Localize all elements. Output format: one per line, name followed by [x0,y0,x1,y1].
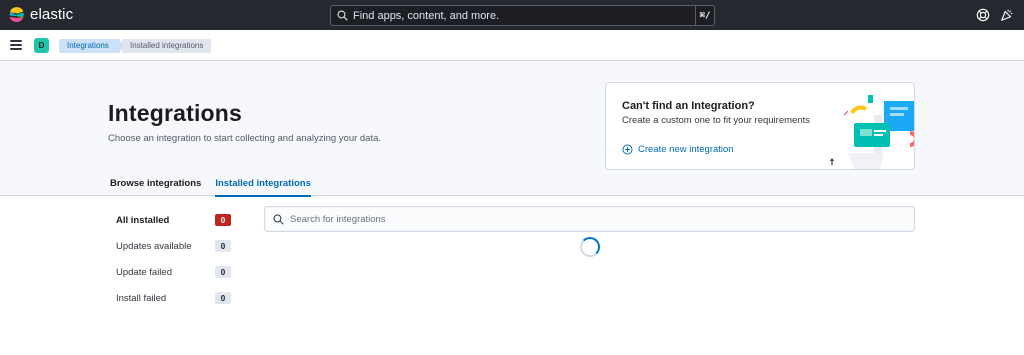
integration-illustration [830,95,914,169]
filter-label: Updates available [116,240,192,252]
elastic-logo-icon [9,7,24,22]
filter-update-failed[interactable]: Update failed 0 [116,259,234,285]
filter-all-installed[interactable]: All installed 0 [116,207,234,233]
count-badge: 0 [215,214,231,226]
search-icon [273,214,284,225]
menu-icon-line [10,48,22,50]
breadcrumb-integrations[interactable]: Integrations [59,39,124,53]
custom-integration-card: Can't find an Integration? Create a cust… [605,82,915,170]
filter-install-failed[interactable]: Install failed 0 [116,285,234,311]
brand-name: elastic [30,6,74,23]
search-icon [337,10,348,21]
breadcrumb-installed-integrations: Installed integrations [122,39,212,53]
elastic-logo[interactable]: elastic [8,6,73,23]
global-header: elastic Find apps, content, and more. ⌘/ [0,0,1024,30]
filter-label: Update failed [116,266,172,278]
navigation-bar: D Integrations Installed integrations [0,30,1024,61]
menu-icon-line [10,40,22,42]
filter-updates-available[interactable]: Updates available 0 [116,233,234,259]
filter-label: All installed [116,214,170,226]
integration-search-input[interactable] [290,213,914,225]
create-new-integration-link[interactable]: Create new integration [622,144,734,155]
global-search-input[interactable]: Find apps, content, and more. ⌘/ [330,5,715,26]
integration-search-box [264,206,915,232]
tab-installed-integrations[interactable]: Installed integrations [215,171,311,197]
newsfeed-icon[interactable] [1000,8,1014,22]
count-badge: 0 [215,266,231,278]
count-badge: 0 [215,292,231,304]
page-header: Integrations Choose an integration to st… [0,61,1024,197]
tab-list: Browse integrations Installed integratio… [110,171,311,197]
menu-icon-line [10,44,22,46]
keyboard-shortcut-badge: ⌘/ [695,6,714,25]
filter-label: Install failed [116,292,167,304]
count-badge: 0 [215,240,231,252]
create-new-integration-label: Create new integration [638,144,734,155]
installed-filters: All installed 0 Updates available 0 Upda… [116,207,234,311]
card-subtitle: Create a custom one to fit your requirem… [622,115,810,126]
tab-browse-integrations[interactable]: Browse integrations [110,171,201,196]
help-icon[interactable] [976,8,990,22]
global-search-placeholder: Find apps, content, and more. [353,9,500,22]
space-avatar[interactable]: D [34,38,49,53]
loading-spinner [580,237,600,257]
page-title: Integrations [108,100,243,126]
card-title: Can't find an Integration? [622,100,755,112]
page-description: Choose an integration to start collectin… [108,133,382,144]
menu-toggle-button[interactable] [10,40,22,50]
plus-in-circle-icon [622,144,633,155]
